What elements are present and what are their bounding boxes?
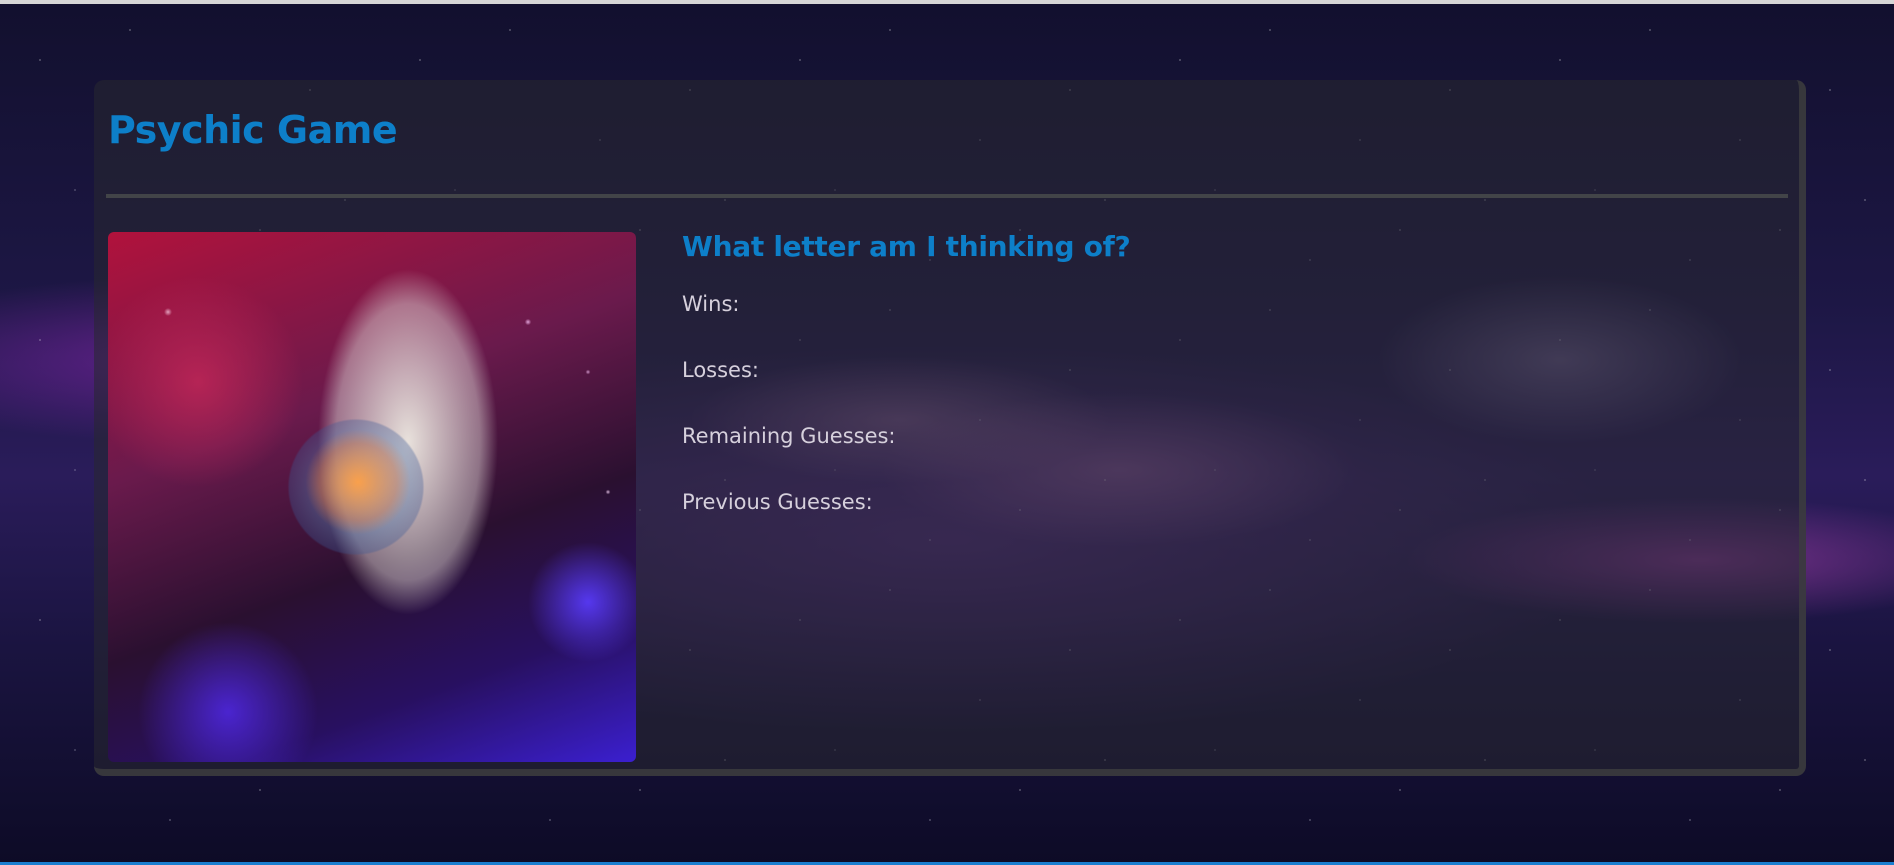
game-panel: Psychic Game What letter am I thinking o… (94, 80, 1806, 776)
losses-label: Losses: (682, 358, 759, 382)
psychic-crystal-ball-image (108, 232, 636, 762)
header-divider (106, 194, 1788, 198)
losses-stat: Losses: (682, 358, 767, 382)
page-title: Psychic Game (108, 108, 398, 152)
browser-top-edge (0, 0, 1894, 4)
game-question: What letter am I thinking of? (682, 230, 1131, 263)
image-sparkles (108, 232, 636, 762)
previous-guesses-stat: Previous Guesses: (682, 490, 881, 514)
wins-stat: Wins: (682, 292, 747, 316)
remaining-guesses-stat: Remaining Guesses: (682, 424, 904, 448)
previous-guesses-label: Previous Guesses: (682, 490, 873, 514)
wins-label: Wins: (682, 292, 740, 316)
remaining-guesses-label: Remaining Guesses: (682, 424, 896, 448)
